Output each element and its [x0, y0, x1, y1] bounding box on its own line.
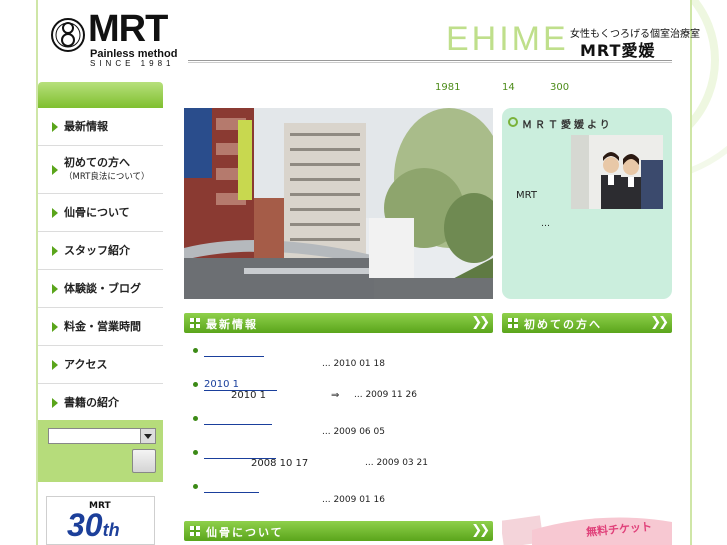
sidebar-item-label: 仙骨について [64, 206, 130, 219]
sidebar-item-label: スタッフ紹介 [64, 244, 130, 257]
sidebar-item-sacrum[interactable]: 仙骨について [38, 194, 163, 232]
header-divider [188, 60, 672, 61]
plus-box-icon [190, 318, 200, 328]
bullet-icon [193, 416, 198, 421]
arrow-right-icon [52, 121, 58, 132]
sidebar-item-label-wrap: 初めての方へ （MRT良法について） [64, 156, 150, 184]
sidebar-item-access[interactable]: アクセス [38, 346, 163, 384]
news-date: ... 2010 01 18 [322, 359, 385, 369]
news-item: 2010 1 2010 1 ⇒ ... 2009 11 26 [193, 379, 493, 413]
first-time-section-header[interactable]: 初めての方へ ❯❯ [502, 313, 672, 333]
sidebar-item-staff[interactable]: スタッフ紹介 [38, 232, 163, 270]
news-item: ... 2009 01 16 [193, 481, 493, 515]
stat-year: 1981 [435, 82, 461, 93]
logo-since: SINCE 1981 [90, 59, 175, 68]
news-date: ... 2009 06 05 [322, 427, 385, 437]
sidebar-item-pricing[interactable]: 料金・営業時間 [38, 308, 163, 346]
bullet-icon [193, 382, 198, 387]
arrow-right-icon [52, 359, 58, 370]
double-chevron-right-icon: ❯❯ [650, 315, 669, 330]
news-subtext: 2010 1 [231, 390, 266, 401]
arrow-right-icon: ⇒ [331, 390, 340, 401]
free-ticket-banner[interactable]: 無料チケット [502, 512, 672, 545]
greeting-more: … [541, 219, 550, 229]
news-item: 2008 10 17 ... 2009 03 21 [193, 447, 493, 481]
news-list: ... 2010 01 18 2010 1 2010 1 ⇒ ... 2009 … [193, 345, 493, 515]
region-title: EHIME [446, 20, 569, 58]
staff-photo [571, 135, 663, 209]
bullet-icon [193, 348, 198, 353]
news-link[interactable] [204, 345, 264, 357]
sidebar-item-books[interactable]: 書籍の紹介 [38, 384, 163, 422]
mrt-30th-banner[interactable]: MRT 30th [46, 496, 155, 545]
sidebar-item-news[interactable]: 最新情報 [38, 108, 163, 146]
sidebar-nav: 最新情報 初めての方へ （MRT良法について） 仙骨について スタッフ紹介 体験… [38, 108, 163, 422]
sacrum-section-title: 仙骨について [206, 526, 284, 539]
sacrum-section-header[interactable]: 仙骨について ❯❯ [184, 521, 493, 541]
header-divider-2 [188, 62, 672, 63]
banner-30th: 30th [67, 507, 120, 544]
sidebar-item-label: 初めての方へ [64, 155, 130, 169]
plus-box-icon [508, 318, 518, 328]
banner-num: 30 [67, 507, 103, 543]
bullet-icon [193, 484, 198, 489]
mrt-logo[interactable]: MRT Painless method SINCE 1981 [50, 9, 182, 68]
sidebar-item-label: 体験談・ブログ [64, 282, 141, 295]
sidebar-item-label: アクセス [64, 358, 108, 371]
news-subtext: 2008 10 17 [251, 458, 309, 469]
news-date: ... 2009 11 26 [354, 390, 417, 400]
double-chevron-right-icon: ❯❯ [471, 523, 490, 538]
logo-mark-icon [51, 18, 85, 52]
go-button[interactable] [132, 449, 156, 473]
sidebar-item-first-time[interactable]: 初めての方へ （MRT良法について） [38, 146, 163, 194]
first-time-section-title: 初めての方へ [524, 318, 602, 331]
arrow-right-icon [52, 207, 58, 218]
news-date: ... 2009 03 21 [365, 458, 428, 468]
double-chevron-right-icon: ❯❯ [471, 315, 490, 330]
logo-text: MRT [88, 8, 168, 50]
arrow-right-icon [52, 164, 58, 175]
news-link[interactable] [204, 413, 272, 425]
news-link[interactable] [204, 481, 259, 493]
sidebar-item-label: 最新情報 [64, 120, 108, 133]
chevron-down-icon[interactable] [140, 429, 155, 443]
news-date: ... 2009 01 16 [322, 495, 385, 505]
sidebar-item-blog[interactable]: 体験談・ブログ [38, 270, 163, 308]
arrow-right-icon [52, 321, 58, 332]
greeting-title: ＭＲＴ愛媛より [522, 120, 613, 131]
news-item: ... 2010 01 18 [193, 345, 493, 379]
stat-total: 300 [550, 82, 570, 93]
stat-count: 14 [502, 82, 515, 93]
clinic-name: MRT愛媛 [580, 41, 656, 60]
news-section-header[interactable]: 最新情報 ❯❯ [184, 313, 493, 333]
plus-box-icon [190, 526, 200, 536]
bullet-icon [193, 450, 198, 455]
arrow-right-icon [52, 245, 58, 256]
sidebar-item-label: 料金・営業時間 [64, 320, 141, 333]
street-photo [184, 108, 493, 299]
news-item: ... 2009 06 05 [193, 413, 493, 447]
arrow-right-icon [52, 283, 58, 294]
banner-suffix: th [102, 520, 120, 540]
link-select[interactable] [48, 428, 156, 444]
circle-icon [508, 117, 518, 127]
sidebar-header [38, 82, 163, 108]
news-section-title: 最新情報 [206, 318, 258, 331]
sidebar-item-sublabel: （MRT良法について） [64, 171, 150, 182]
greeting-text: MRT [516, 190, 537, 201]
sidebar-item-label: 書籍の紹介 [64, 396, 119, 409]
arrow-right-icon [52, 397, 58, 408]
